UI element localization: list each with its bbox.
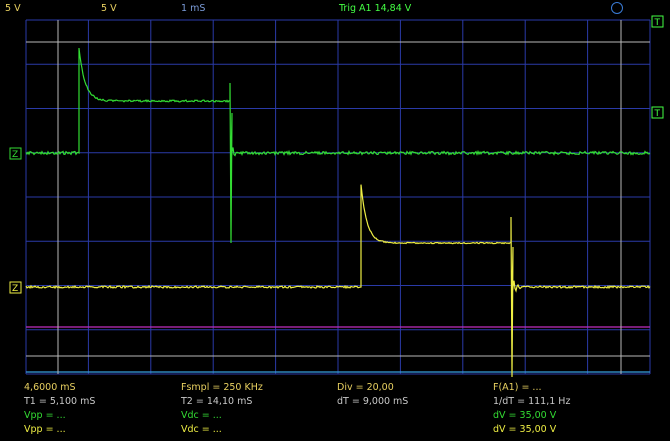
trigger-level-marker-2[interactable]: T [651,106,664,119]
channel-2-vpp-readout: Vpp = ... [24,424,66,435]
scope-header-bar: 5 V 5 V 1 mS Trig A1 14,84 V [0,0,670,20]
channel-1-delta-voltage-readout: dV = 35,00 V [493,410,557,421]
delta-time-readout: dT = 9,000 mS [337,396,409,407]
channel-1-vpp-readout: Vpp = ... [24,410,66,421]
channel-2-delta-voltage-readout: dV = 35,00 V [493,424,557,435]
channel-2-ground-marker[interactable]: Z [9,281,22,294]
channel-1-ground-marker[interactable]: Z [9,147,22,160]
oscilloscope-display[interactable]: Z Z T T [0,0,670,441]
ground-marker-label: Z [12,150,18,160]
channel-2-scale[interactable]: 5 V [101,3,117,14]
trigger-marker-label: T [654,109,661,119]
sample-rate-readout: Fsmpl = 250 KHz [181,382,263,393]
channel-1-scale[interactable]: 5 V [5,3,21,14]
channel-2-vdc-readout: Vdc = ... [181,424,222,435]
channel-1-vdc-readout: Vdc = ... [181,410,222,421]
settings-circle-icon[interactable] [611,2,623,14]
frequency-readout: F(A1) = ... [493,382,542,393]
measurement-readout-panel: 4,6000 mS Fsmpl = 250 KHz Div = 20,00 F(… [0,381,670,441]
division-readout: Div = 20,00 [337,382,394,393]
cursor-t2-readout: T2 = 14,10 mS [181,396,253,407]
timebase-setting[interactable]: 1 mS [181,3,205,14]
cursor-time-readout: 4,6000 mS [24,382,76,393]
cursor-t1-readout: T1 = 5,100 mS [24,396,96,407]
inverse-delta-time-readout: 1/dT = 111,1 Hz [493,396,571,407]
trigger-setting[interactable]: Trig A1 14,84 V [339,3,411,14]
graticule-grid [25,19,651,375]
ground-marker-label: Z [12,284,18,294]
